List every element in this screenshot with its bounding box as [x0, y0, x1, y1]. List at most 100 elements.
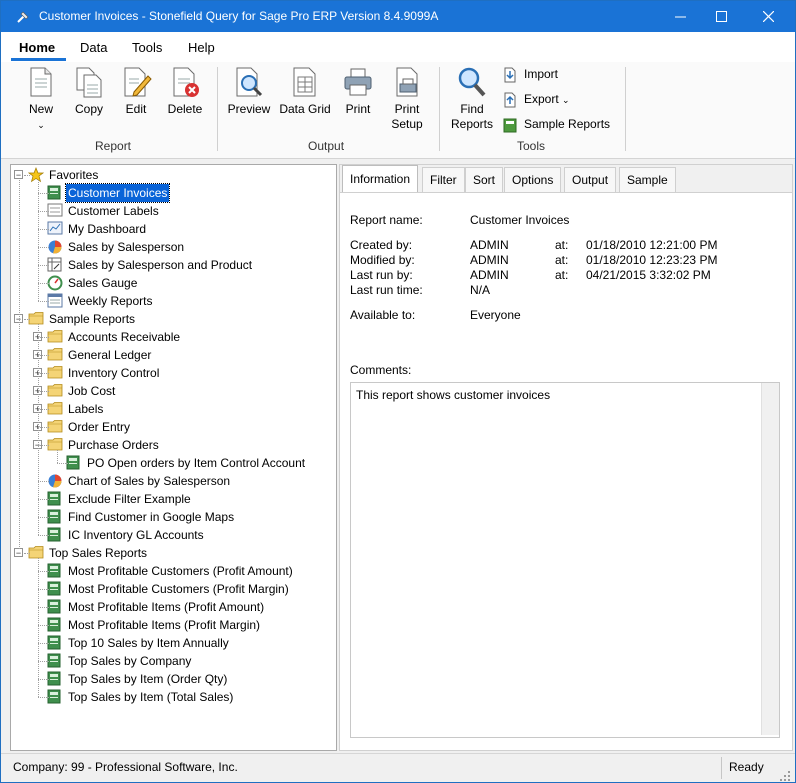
sample-reports-button[interactable]: Sample Reports — [502, 117, 610, 133]
tree-folder[interactable]: + Inventory Control — [11, 364, 334, 382]
app-icon — [17, 11, 29, 23]
active-tab-indicator — [11, 58, 66, 61]
tab-options[interactable]: Options — [504, 167, 562, 192]
tree-item-report[interactable]: Most Profitable Items (Profit Amount) — [11, 598, 334, 616]
tree-connector-line — [38, 558, 39, 697]
minimize-button[interactable] — [657, 1, 703, 32]
tree-item-report[interactable]: Exclude Filter Example — [11, 490, 334, 508]
status-state: Ready — [729, 760, 764, 774]
ribbon: New ⌄ Copy Edit Delete Report Preview Da… — [1, 62, 795, 159]
tree-item-report[interactable]: Sales by Salesperson and Product — [11, 256, 334, 274]
data-grid-button[interactable]: Data Grid — [279, 66, 331, 117]
tree-item-report[interactable]: Most Profitable Customers (Profit Margin… — [11, 580, 334, 598]
export-label: Export — [524, 92, 559, 107]
tree-item-report[interactable]: Find Customer in Google Maps — [11, 508, 334, 526]
delete-button[interactable]: Delete — [165, 66, 205, 117]
window-title: Customer Invoices - Stonefield Query for… — [39, 9, 439, 23]
tree-folder[interactable]: + General Ledger — [11, 346, 334, 364]
printer-icon — [344, 68, 372, 96]
created-by-value: ADMIN — [470, 238, 509, 252]
tree-folder-top-sales[interactable]: − Top Sales Reports — [11, 544, 334, 562]
tree-folder-sample-reports[interactable]: − Sample Reports — [11, 310, 334, 328]
tree-item-report[interactable]: Customer Invoices — [11, 183, 334, 203]
print-setup-button[interactable]: Print Setup — [389, 66, 425, 132]
tree-item-report[interactable]: Top Sales by Item (Order Qty) — [11, 670, 334, 688]
tree-item-report[interactable]: Chart of Sales by Salesperson — [11, 472, 334, 490]
print-label: Print — [345, 102, 371, 116]
print-setup-label-line1: Print — [394, 102, 420, 116]
tree-connector-line — [38, 661, 49, 662]
tab-home[interactable]: Home — [19, 40, 55, 55]
find-magnifier-icon — [458, 67, 486, 97]
find-reports-label-line1: Find — [460, 102, 484, 116]
preview-button[interactable]: Preview — [227, 66, 271, 117]
comments-scrollbar[interactable] — [761, 383, 779, 735]
tab-output[interactable]: Output — [564, 167, 617, 192]
export-button[interactable]: Export ⌄ — [502, 92, 570, 108]
ribbon-separator — [439, 67, 440, 151]
last-run-time-label: Last run time: — [350, 283, 423, 297]
tree-item-label: Most Profitable Items (Profit Margin) — [68, 618, 261, 632]
tree-connector-line — [38, 211, 49, 212]
last-run-by-label: Last run by: — [350, 268, 413, 282]
tree-item-report[interactable]: Sales Gauge — [11, 274, 334, 292]
tree-item-label: Inventory Control — [68, 366, 160, 380]
import-button[interactable]: Import — [502, 67, 558, 83]
tree-item-report[interactable]: Customer Labels — [11, 202, 334, 220]
tree-item-label: Top Sales by Item (Total Sales) — [68, 690, 234, 704]
tree-item-report[interactable]: Most Profitable Items (Profit Margin) — [11, 616, 334, 634]
tree-item-report[interactable]: Top Sales by Company — [11, 652, 334, 670]
comments-textarea[interactable]: This report shows customer invoices — [350, 382, 780, 738]
maximize-button[interactable] — [698, 1, 744, 32]
tree-item-report[interactable]: Sales by Salesperson — [11, 238, 334, 256]
status-company: Company: 99 - Professional Software, Inc… — [13, 760, 238, 774]
tab-sample[interactable]: Sample — [619, 167, 676, 192]
edit-button[interactable]: Edit — [120, 66, 152, 117]
tree-connector-line — [38, 409, 49, 410]
collapse-icon[interactable]: − — [14, 170, 23, 180]
tab-data[interactable]: Data — [80, 40, 107, 55]
tab-help[interactable]: Help — [188, 40, 215, 55]
sample-reports-label: Sample Reports — [524, 117, 611, 132]
tree-item-label: Customer Labels — [68, 204, 159, 218]
tree-item-report[interactable]: Most Profitable Customers (Profit Amount… — [11, 562, 334, 580]
close-button[interactable] — [745, 1, 791, 32]
tree-item-label: Exclude Filter Example — [68, 492, 191, 506]
tree-item-report[interactable]: Top Sales by Item (Total Sales) — [11, 688, 334, 706]
find-reports-button[interactable]: Find Reports — [450, 66, 494, 132]
report-name-value: Customer Invoices — [470, 213, 570, 227]
print-button[interactable]: Print — [341, 66, 375, 117]
copy-icon — [76, 67, 102, 98]
tree-connector-line — [38, 337, 49, 338]
new-button[interactable]: New ⌄ — [23, 66, 59, 133]
tree-folder[interactable]: + Accounts Receivable — [11, 328, 334, 346]
resize-grip-icon[interactable] — [779, 770, 791, 782]
tree-item-report[interactable]: IC Inventory GL Accounts — [11, 526, 334, 544]
tree-folder[interactable]: + Labels — [11, 400, 334, 418]
tree-folder[interactable]: + Job Cost — [11, 382, 334, 400]
status-bar: Company: 99 - Professional Software, Inc… — [1, 753, 795, 782]
tree-connector-line — [38, 373, 49, 374]
tree-connector-line — [38, 625, 49, 626]
tree-connector-line — [38, 571, 49, 572]
preview-magnifier-icon — [236, 67, 263, 97]
copy-button[interactable]: Copy — [71, 66, 107, 117]
tree-item-report[interactable]: My Dashboard — [11, 220, 334, 238]
tab-filter[interactable]: Filter — [422, 167, 465, 192]
report-tree[interactable]: − Favorites Customer Invoices Customer Labe… — [10, 164, 337, 751]
tab-information[interactable]: Information — [342, 165, 419, 192]
copy-label: Copy — [74, 102, 103, 116]
tab-sort[interactable]: Sort — [465, 167, 504, 192]
tree-folder[interactable]: + Order Entry — [11, 418, 334, 436]
tree-connector-line — [38, 697, 49, 698]
tree-connector-line — [19, 180, 20, 549]
tree-connector-line — [38, 229, 49, 230]
tab-tools[interactable]: Tools — [132, 40, 162, 55]
tree-connector-line — [24, 319, 30, 320]
tree-item-report[interactable]: Top 10 Sales by Item Annually — [11, 634, 334, 652]
tree-item-report[interactable]: Weekly Reports — [11, 292, 334, 310]
tree-folder-favorites[interactable]: − Favorites — [11, 166, 334, 184]
tree-connector-line — [38, 391, 49, 392]
tree-folder[interactable]: − Purchase Orders — [11, 436, 334, 454]
collapse-icon[interactable]: − — [14, 548, 23, 558]
